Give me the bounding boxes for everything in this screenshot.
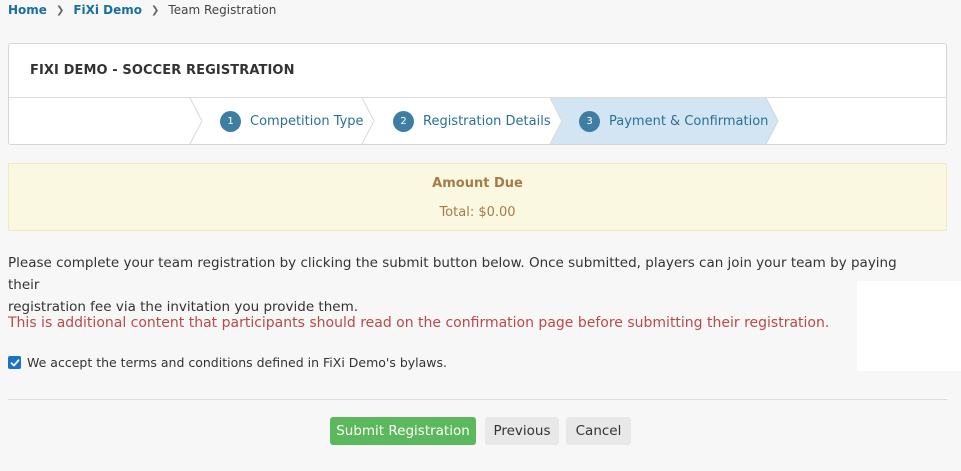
divider [8,399,947,400]
terms-label: We accept the terms and conditions defin… [27,355,448,370]
previous-button[interactable]: Previous [485,417,559,445]
info-text: Please complete your team registration b… [8,252,908,318]
step-number-badge: 1 [220,110,241,132]
wizard-step-registration-details[interactable]: 2 Registration Details [393,98,551,144]
breadcrumb-home-link[interactable]: Home [8,3,47,17]
breadcrumb: Home ❯ FiXi Demo ❯ Team Registration [8,2,276,18]
amount-due-title: Amount Due [432,176,523,191]
terms-checkbox[interactable] [8,356,21,369]
amount-due-box: Amount Due Total: $0.00 [8,163,947,231]
registration-panel: FIXI DEMO - SOCCER REGISTRATION 1 Compet… [8,43,947,145]
step-separator [189,98,203,145]
submit-registration-button[interactable]: Submit Registration [330,417,476,445]
step-label: Competition Type [250,113,364,129]
chevron-right-icon: ❯ [151,4,160,16]
additional-content-text: This is additional content that particip… [8,315,830,331]
breadcrumb-current: Team Registration [168,3,277,17]
step-label: Payment & Confirmation [609,113,769,129]
cancel-button[interactable]: Cancel [566,417,631,445]
check-icon [10,358,20,366]
wizard-step-payment-confirmation[interactable]: 3 Payment & Confirmation [579,98,768,144]
amount-due-total: Total: $0.00 [439,205,516,220]
wizard-steps: 1 Competition Type 2 Registration Detail… [9,98,946,145]
chevron-right-icon: ❯ [55,4,65,16]
step-number-badge: 2 [393,110,414,132]
breadcrumb-demo-link[interactable]: FiXi Demo [73,3,142,17]
terms-acceptance[interactable]: We accept the terms and conditions defin… [8,355,447,370]
info-line: Please complete your team registration b… [8,255,897,293]
step-label: Registration Details [423,113,551,129]
panel-title: FIXI DEMO - SOCCER REGISTRATION [9,44,946,98]
step-number-badge: 3 [579,110,600,132]
wizard-step-competition-type[interactable]: 1 Competition Type [220,98,364,144]
